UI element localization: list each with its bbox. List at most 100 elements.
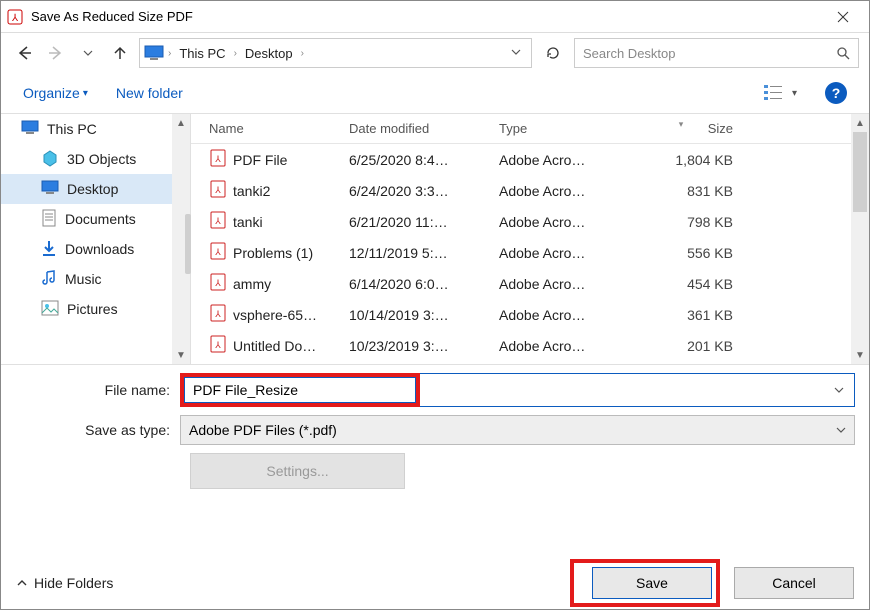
chevron-right-icon: ›: [299, 48, 306, 59]
organize-menu[interactable]: Organize ▾: [23, 85, 88, 101]
chevron-right-icon: ›: [166, 48, 173, 59]
scroll-up-icon[interactable]: ▲: [172, 114, 190, 132]
forward-button[interactable]: [43, 40, 69, 66]
pictures-icon: [41, 300, 59, 319]
col-size-label: Size: [708, 121, 733, 136]
file-size: 201 KB: [621, 338, 741, 354]
music-icon: [41, 269, 57, 290]
pdf-icon: ⅄: [209, 149, 227, 170]
sidebar-item-3d-objects[interactable]: 3D Objects: [1, 144, 190, 174]
sidebar-item-desktop[interactable]: Desktop: [1, 174, 190, 204]
back-button[interactable]: [11, 40, 37, 66]
svg-text:⅄: ⅄: [11, 13, 19, 24]
file-type: Adobe Acro…: [491, 338, 621, 354]
sidebar-item-label: Documents: [65, 211, 136, 227]
hide-folders-label: Hide Folders: [34, 575, 113, 591]
pdf-icon: ⅄: [209, 273, 227, 294]
file-name: ammy: [233, 276, 271, 292]
sidebar-item-label: 3D Objects: [67, 151, 136, 167]
sidebar-item-documents[interactable]: Documents: [1, 204, 190, 234]
savetype-value: Adobe PDF Files (*.pdf): [189, 422, 337, 438]
svg-text:⅄: ⅄: [214, 154, 221, 164]
file-row[interactable]: ⅄tanki26/24/2020 3:3…Adobe Acro…831 KB: [191, 175, 851, 206]
file-row[interactable]: ⅄tanki6/21/2020 11:…Adobe Acro…798 KB: [191, 206, 851, 237]
sidebar-item-label: This PC: [47, 121, 97, 137]
file-name: vsphere-65…: [233, 307, 317, 323]
col-name[interactable]: Name: [191, 121, 341, 136]
sidebar-item-pictures[interactable]: Pictures: [1, 294, 190, 324]
save-button[interactable]: Save: [592, 567, 712, 599]
title-bar: ⅄ Save As Reduced Size PDF: [1, 1, 869, 33]
svg-text:⅄: ⅄: [214, 309, 221, 319]
scroll-down-icon[interactable]: ▼: [851, 346, 869, 364]
new-folder-button[interactable]: New folder: [116, 85, 183, 101]
file-row[interactable]: ⅄vsphere-65…10/14/2019 3:…Adobe Acro…361…: [191, 299, 851, 330]
file-row[interactable]: ⅄Problems (1)12/11/2019 5:…Adobe Acro…55…: [191, 237, 851, 268]
refresh-button[interactable]: [538, 38, 568, 68]
close-button[interactable]: [823, 2, 863, 32]
file-name: PDF File: [233, 152, 287, 168]
search-input[interactable]: [583, 46, 836, 61]
sort-indicator-icon: ▾: [679, 119, 684, 130]
pdf-icon: ⅄: [209, 180, 227, 201]
sidebar-item-label: Pictures: [67, 301, 118, 317]
help-button[interactable]: ?: [825, 82, 847, 104]
settings-button: Settings...: [190, 453, 405, 489]
recent-dropdown[interactable]: [75, 40, 101, 66]
pdf-icon: ⅄: [209, 304, 227, 325]
col-type[interactable]: Type: [491, 121, 621, 136]
savetype-select[interactable]: Adobe PDF Files (*.pdf): [180, 415, 855, 445]
search-icon: [836, 46, 850, 60]
chevron-down-icon: [834, 385, 844, 395]
scroll-down-icon[interactable]: ▼: [172, 346, 190, 364]
sidebar-item-label: Downloads: [65, 241, 134, 257]
file-date: 10/23/2019 3:…: [341, 338, 491, 354]
filename-dropdown[interactable]: [420, 373, 855, 407]
file-type: Adobe Acro…: [491, 307, 621, 323]
filename-input[interactable]: [184, 377, 416, 403]
sidebar: This PC 3D Objects Desktop Documents Downloa…: [1, 114, 191, 364]
file-date: 6/25/2020 8:4…: [341, 152, 491, 168]
sidebar-item-music[interactable]: Music: [1, 264, 190, 294]
svg-text:⅄: ⅄: [214, 185, 221, 195]
file-type: Adobe Acro…: [491, 183, 621, 199]
app-icon: ⅄: [7, 9, 23, 25]
breadcrumb[interactable]: › This PC › Desktop ›: [139, 38, 532, 68]
desktop-icon: [41, 180, 59, 199]
nav-row: › This PC › Desktop ›: [1, 33, 869, 73]
file-row[interactable]: ⅄ammy6/14/2020 6:0…Adobe Acro…454 KB: [191, 268, 851, 299]
arrow-right-icon: [47, 44, 65, 62]
close-icon: [837, 11, 849, 23]
list-view-icon: [764, 84, 788, 102]
file-pane: Name Date modified Type ▾ Size ⅄ PDF File 6…: [191, 114, 869, 364]
search-box[interactable]: [574, 38, 859, 68]
crumb-this-pc[interactable]: This PC: [175, 46, 229, 61]
file-scrollbar[interactable]: ▲ ▼: [851, 114, 869, 364]
chevron-right-icon: ›: [232, 48, 239, 59]
3d-icon: [41, 149, 59, 170]
pdf-icon: ⅄: [209, 242, 227, 263]
cancel-button[interactable]: Cancel: [734, 567, 854, 599]
chevron-down-icon: ▾: [83, 88, 88, 99]
pdf-icon: ⅄: [209, 335, 227, 356]
chevron-down-icon: [83, 48, 93, 58]
up-button[interactable]: [107, 40, 133, 66]
file-date: 10/14/2019 3:…: [341, 307, 491, 323]
sidebar-item-downloads[interactable]: Downloads: [1, 234, 190, 264]
sidebar-item-this-pc[interactable]: This PC: [1, 114, 190, 144]
file-row[interactable]: ⅄Untitled Do…10/23/2019 3:…Adobe Acro…20…: [191, 330, 851, 361]
crumb-desktop[interactable]: Desktop: [241, 46, 297, 61]
file-type: Adobe Acro…: [491, 276, 621, 292]
breadcrumb-dropdown[interactable]: [505, 44, 527, 62]
hide-folders-toggle[interactable]: Hide Folders: [16, 575, 113, 591]
col-size[interactable]: ▾ Size: [621, 121, 741, 136]
view-mode-button[interactable]: ▾: [764, 84, 797, 102]
scroll-up-icon[interactable]: ▲: [851, 114, 869, 132]
refresh-icon: [545, 45, 561, 61]
file-size: 1,804 KB: [621, 152, 741, 168]
col-date[interactable]: Date modified: [341, 121, 491, 136]
svg-text:⅄: ⅄: [214, 340, 221, 350]
pane-resizer[interactable]: [185, 214, 191, 274]
file-row[interactable]: ⅄PDF File6/25/2020 8:4…Adobe Acro…1,804 …: [191, 144, 851, 175]
scroll-thumb[interactable]: [853, 132, 867, 212]
